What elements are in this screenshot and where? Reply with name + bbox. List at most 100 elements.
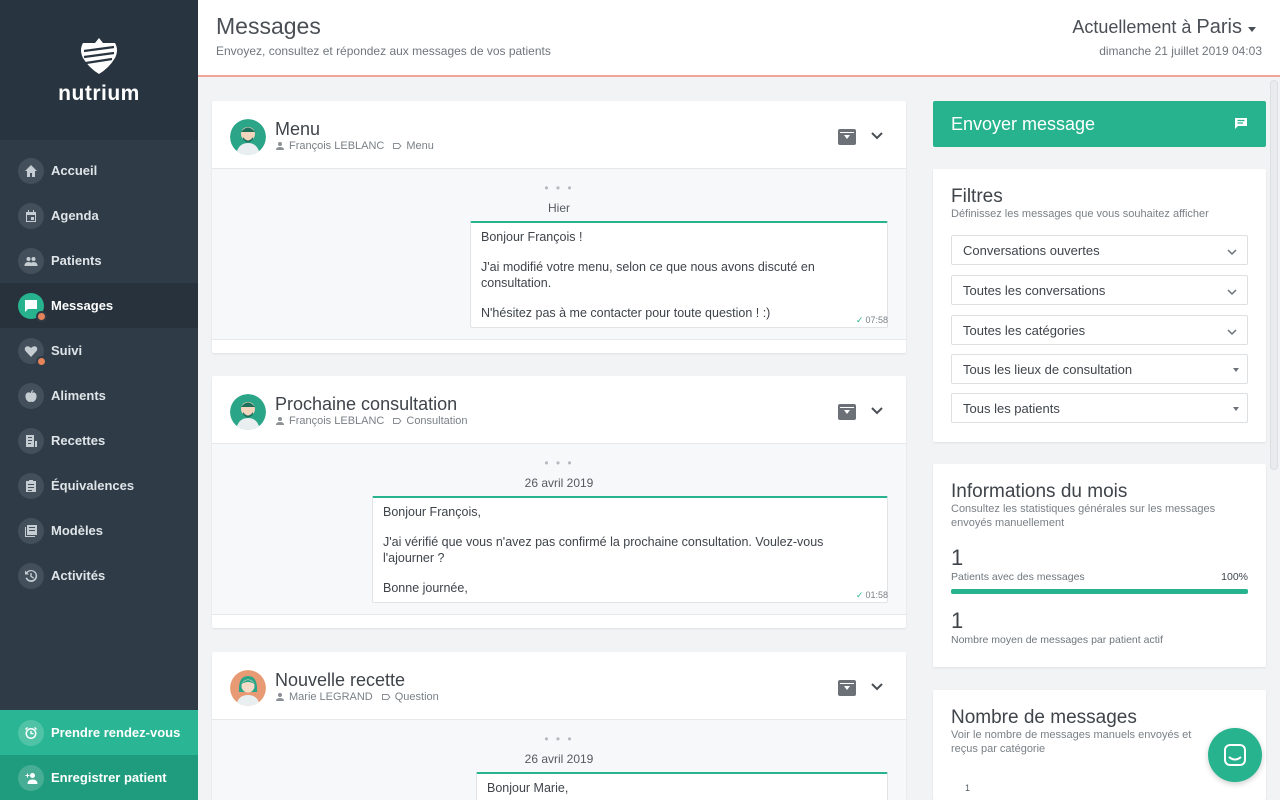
patient-name: Marie LEGRAND xyxy=(289,691,373,703)
chat-support-button[interactable] xyxy=(1208,728,1262,782)
filter-location-select[interactable]: Tous les lieux de consultation xyxy=(951,354,1248,384)
page-subtitle: Envoyez, consultez et répondez aux messa… xyxy=(216,44,551,58)
book-appointment-button[interactable]: Prendre rendez-vous xyxy=(0,710,198,755)
day-label: Hier xyxy=(547,201,570,215)
sidebar-item-suivi[interactable]: Suivi xyxy=(0,328,198,373)
conversation-header[interactable]: Menu François LEBLANC Menu xyxy=(212,101,906,169)
conversation-card: Nouvelle recette Marie LEGRAND Question … xyxy=(212,652,906,800)
templates-icon xyxy=(18,517,44,544)
chevron-down-icon xyxy=(1227,245,1237,256)
user-icon xyxy=(276,142,284,150)
category-name: Menu xyxy=(406,140,434,152)
avatar xyxy=(230,394,266,430)
home-icon xyxy=(18,157,44,184)
filter-conversations-select[interactable]: Toutes les conversations xyxy=(951,275,1248,305)
chevron-down-icon[interactable] xyxy=(870,404,883,416)
check-icon: ✓ xyxy=(855,315,864,325)
brand-name: nutrium xyxy=(58,82,140,105)
conversation-card: Menu François LEBLANC Menu • • • Hier Bo… xyxy=(212,101,906,353)
chevron-down-icon[interactable] xyxy=(870,680,883,692)
notification-badge xyxy=(36,310,47,322)
more-dots-icon[interactable]: • • • xyxy=(212,456,906,470)
sidebar-item-label: Messages xyxy=(51,298,114,313)
sidebar: nutrium Accueil Agenda Patients Messages… xyxy=(0,0,198,800)
messages-count-title: Nombre de messages xyxy=(951,707,1137,728)
sidebar-item-label: Recettes xyxy=(51,433,106,448)
register-patient-button[interactable]: Enregistrer patient xyxy=(0,755,198,800)
sidebar-item-accueil[interactable]: Accueil xyxy=(0,148,198,193)
send-message-button[interactable]: Envoyer message xyxy=(933,101,1266,147)
sidebar-item-label: Activités xyxy=(51,568,106,583)
sidebar-item-activites[interactable]: Activités xyxy=(0,553,198,598)
conversation-title: Nouvelle recette xyxy=(275,670,406,690)
location-prefix: Actuellement à xyxy=(1072,17,1192,37)
progress-fill xyxy=(951,589,1248,594)
month-info-subtitle: Consultez les statistiques générales sur… xyxy=(951,503,1216,529)
patient-name: François LEBLANC xyxy=(289,140,385,152)
sidebar-item-label: Modèles xyxy=(51,523,104,538)
chevron-down-icon xyxy=(1227,285,1237,296)
sidebar-item-label: Agenda xyxy=(51,208,99,223)
filters-subtitle: Définissez les messages que vous souhait… xyxy=(951,208,1209,220)
avatar xyxy=(230,119,266,155)
patients-count: 1 xyxy=(951,545,964,570)
patient-name: François LEBLANC xyxy=(289,415,385,427)
chat-icon xyxy=(1224,744,1246,766)
messages-count-subtitle: Voir le nombre de messages manuels envoy… xyxy=(951,729,1192,755)
tag-icon xyxy=(381,694,391,700)
filter-status-select[interactable]: Conversations ouvertes xyxy=(951,235,1248,265)
book-appointment-label: Prendre rendez-vous xyxy=(51,725,181,740)
sidebar-item-modeles[interactable]: Modèles xyxy=(0,508,198,553)
sidebar-item-patients[interactable]: Patients xyxy=(0,238,198,283)
archive-button[interactable] xyxy=(838,680,856,696)
sidebar-item-recettes[interactable]: Recettes xyxy=(0,418,198,463)
avatar xyxy=(230,670,266,706)
current-datetime: dimanche 21 juillet 2019 04:03 xyxy=(1099,44,1262,58)
message-line: Bonne journée, xyxy=(383,581,468,595)
location-selector[interactable]: Actuellement à Paris xyxy=(1072,16,1256,39)
conversation-meta: Marie LEGRAND Question xyxy=(275,691,439,703)
message-icon xyxy=(18,292,47,322)
more-dots-icon[interactable]: • • • xyxy=(212,181,906,195)
message-bubble: Bonjour François ! J'ai modifié votre me… xyxy=(470,221,888,328)
conversation-header[interactable]: Prochaine consultation François LEBLANC … xyxy=(212,376,906,444)
filters-card: Filtres Définissez les messages que vous… xyxy=(933,169,1266,442)
logo[interactable]: nutrium xyxy=(0,0,198,140)
sidebar-item-label: Suivi xyxy=(51,343,83,358)
conversation-title: Menu xyxy=(275,119,321,139)
sidebar-item-messages[interactable]: Messages xyxy=(0,283,198,328)
page-title: Messages xyxy=(216,13,321,39)
add-user-icon xyxy=(18,764,44,791)
chevron-down-icon[interactable] xyxy=(870,129,883,141)
message-line: Bonjour François ! xyxy=(481,230,583,244)
clipboard-icon xyxy=(18,472,44,499)
filters-title: Filtres xyxy=(951,186,1003,207)
conversation-messages: • • • 26 avril 2019 Bonjour François, J'… xyxy=(212,444,906,615)
sidebar-item-label: Accueil xyxy=(51,163,98,178)
apple-icon xyxy=(18,382,44,409)
average-count: 1 xyxy=(951,608,964,633)
page-scrollbar[interactable] xyxy=(1270,80,1278,470)
register-patient-label: Enregistrer patient xyxy=(51,770,167,785)
chart-y-tick: 1 xyxy=(965,783,971,793)
caret-down-icon xyxy=(1233,368,1239,372)
conversation-header[interactable]: Nouvelle recette Marie LEGRAND Question xyxy=(212,652,906,720)
message-bubble: Bonjour Marie, xyxy=(476,772,888,800)
more-dots-icon[interactable]: • • • xyxy=(212,732,906,746)
message-line: J'ai vérifié que vous n'avez pas confirm… xyxy=(383,535,824,565)
notification-badge xyxy=(36,355,47,367)
conversation-messages: • • • Hier Bonjour François ! J'ai modif… xyxy=(212,169,906,340)
patients-progress-bar xyxy=(951,589,1248,594)
patients-percent: 100% xyxy=(1221,571,1248,583)
conversation-messages: • • • 26 avril 2019 Bonjour Marie, xyxy=(212,720,906,800)
conversation-meta: François LEBLANC Menu xyxy=(275,140,434,152)
archive-button[interactable] xyxy=(838,404,856,420)
sidebar-item-aliments[interactable]: Aliments xyxy=(0,373,198,418)
filter-patient-select[interactable]: Tous les patients xyxy=(951,393,1248,423)
sidebar-item-equivalences[interactable]: Équivalences xyxy=(0,463,198,508)
filter-category-select[interactable]: Toutes les catégories xyxy=(951,315,1248,345)
sidebar-item-agenda[interactable]: Agenda xyxy=(0,193,198,238)
month-info-card: Informations du mois Consultez les stati… xyxy=(933,464,1266,667)
alarm-clock-icon xyxy=(18,719,44,746)
archive-button[interactable] xyxy=(838,129,856,145)
